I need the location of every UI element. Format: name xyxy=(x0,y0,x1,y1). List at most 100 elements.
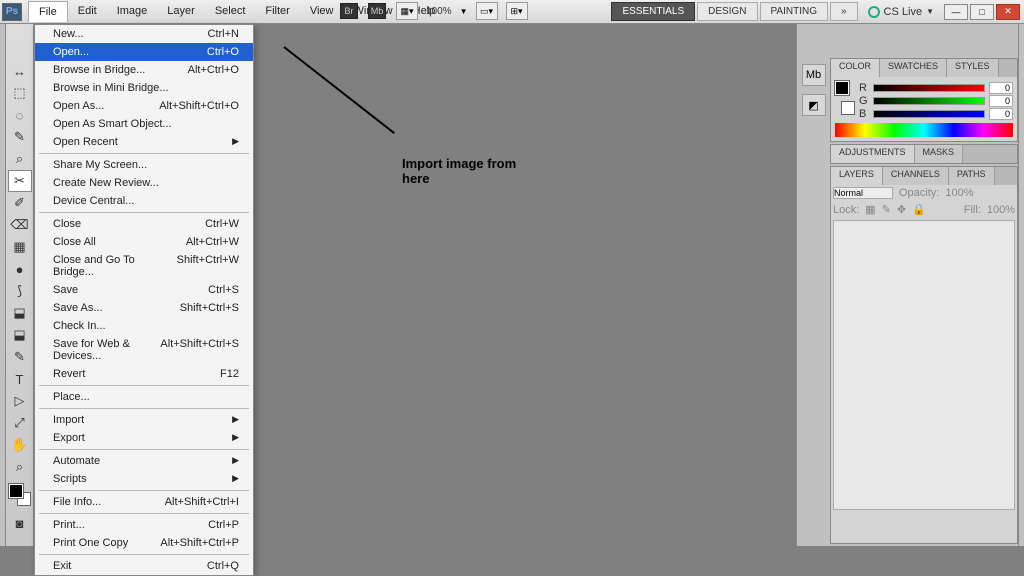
menuitem-save-as-[interactable]: Save As...Shift+Ctrl+S xyxy=(35,299,253,317)
workspace-design[interactable]: DESIGN xyxy=(697,2,757,21)
menuitem-create-new-review-[interactable]: Create New Review... xyxy=(35,174,253,192)
tab-paths[interactable]: PATHS xyxy=(949,167,995,185)
menuitem-share-my-screen-[interactable]: Share My Screen... xyxy=(35,156,253,174)
layers-list xyxy=(833,220,1015,510)
tool-16[interactable]: ⤢ xyxy=(8,412,32,434)
file-menu-dropdown: New...Ctrl+NOpen...Ctrl+OBrowse in Bridg… xyxy=(34,24,254,576)
tab-layers[interactable]: LAYERS xyxy=(831,167,883,185)
tool-12[interactable]: ⬓ xyxy=(8,324,32,346)
menuitem-exit[interactable]: ExitCtrl+Q xyxy=(35,557,253,575)
color-swatches[interactable] xyxy=(9,484,31,506)
menuitem-export[interactable]: Export▶ xyxy=(35,429,253,447)
menuitem-close-all[interactable]: Close AllAlt+Ctrl+W xyxy=(35,233,253,251)
menuitem-place-[interactable]: Place... xyxy=(35,388,253,406)
workspace-more[interactable]: » xyxy=(830,2,858,21)
extras-icon[interactable]: ⊞▾ xyxy=(506,2,528,20)
menu-filter[interactable]: Filter xyxy=(255,1,299,22)
tool-8[interactable]: ▦ xyxy=(8,236,32,258)
arrange-docs-icon[interactable]: ▦▾ xyxy=(396,2,418,20)
tool-10[interactable]: ⟆ xyxy=(8,280,32,302)
menuitem-open-as-smart-object-[interactable]: Open As Smart Object... xyxy=(35,115,253,133)
tool-2[interactable]: ◌ xyxy=(8,104,32,126)
screen-mode-icon[interactable]: ▭▾ xyxy=(476,2,498,20)
tool-7[interactable]: ⌫ xyxy=(8,214,32,236)
menuitem-file-info-[interactable]: File Info...Alt+Shift+Ctrl+I xyxy=(35,493,253,511)
b-slider[interactable] xyxy=(873,110,985,118)
blend-mode-select[interactable] xyxy=(833,187,893,199)
lock-position-icon[interactable]: ✥ xyxy=(897,203,906,216)
app-logo: Ps xyxy=(2,3,22,21)
menuitem-print-one-copy[interactable]: Print One CopyAlt+Shift+Ctrl+P xyxy=(35,534,253,552)
tab-color[interactable]: COLOR xyxy=(831,59,880,77)
tool-3[interactable]: ✎ xyxy=(8,126,32,148)
cslive-button[interactable]: CS Live ▼ xyxy=(868,6,934,18)
tool-4[interactable]: ⌕ xyxy=(8,148,32,170)
spectrum-ramp[interactable] xyxy=(835,123,1013,137)
menuitem-open-recent[interactable]: Open Recent▶ xyxy=(35,133,253,151)
history-dock-icon[interactable]: ◩ xyxy=(802,94,826,116)
menuitem-revert[interactable]: RevertF12 xyxy=(35,365,253,383)
tool-11[interactable]: ⬓ xyxy=(8,302,32,324)
menuitem-save[interactable]: SaveCtrl+S xyxy=(35,281,253,299)
tool-15[interactable]: ▷ xyxy=(8,390,32,412)
menuitem-open-[interactable]: Open...Ctrl+O xyxy=(35,43,253,61)
menuitem-save-for-web-devices-[interactable]: Save for Web & Devices...Alt+Shift+Ctrl+… xyxy=(35,335,253,365)
tool-6[interactable]: ✐ xyxy=(8,192,32,214)
tool-5[interactable]: ✂ xyxy=(8,170,32,192)
menuitem-browse-in-mini-bridge-[interactable]: Browse in Mini Bridge... xyxy=(35,79,253,97)
tool-1[interactable]: ⬚ xyxy=(8,82,32,104)
zoom-level[interactable]: 100% xyxy=(426,6,452,17)
menuitem-print-[interactable]: Print...Ctrl+P xyxy=(35,516,253,534)
menuitem-close[interactable]: CloseCtrl+W xyxy=(35,215,253,233)
minibridge-dock-icon[interactable]: Mb xyxy=(802,64,826,86)
tool-18[interactable]: ⌕ xyxy=(8,456,32,478)
r-slider[interactable] xyxy=(873,84,985,92)
menuitem-import[interactable]: Import▶ xyxy=(35,411,253,429)
tool-17[interactable]: ✋ xyxy=(8,434,32,456)
menuitem-automate[interactable]: Automate▶ xyxy=(35,452,253,470)
close-button[interactable]: ✕ xyxy=(996,4,1020,20)
lock-transparent-icon[interactable]: ▦ xyxy=(865,203,875,216)
r-value[interactable]: 0 xyxy=(989,82,1013,94)
menu-file[interactable]: File xyxy=(28,1,68,22)
menuitem-close-and-go-to-bridge-[interactable]: Close and Go To Bridge...Shift+Ctrl+W xyxy=(35,251,253,281)
menuitem-new-[interactable]: New...Ctrl+N xyxy=(35,25,253,43)
menu-view[interactable]: View xyxy=(300,1,344,22)
minimize-button[interactable]: — xyxy=(944,4,968,20)
right-panels: COLOR SWATCHES STYLES R0 G0 B0 xyxy=(830,24,1018,546)
b-value[interactable]: 0 xyxy=(989,108,1013,120)
tab-channels[interactable]: CHANNELS xyxy=(883,167,949,185)
menu-image[interactable]: Image xyxy=(107,1,158,22)
tool-14[interactable]: T xyxy=(8,368,32,390)
tab-adjustments[interactable]: ADJUSTMENTS xyxy=(831,145,915,163)
menubar: Ps FileEditImageLayerSelectFilterViewWin… xyxy=(0,0,1024,24)
menuitem-browse-in-bridge-[interactable]: Browse in Bridge...Alt+Ctrl+O xyxy=(35,61,253,79)
menuitem-open-as-[interactable]: Open As...Alt+Shift+Ctrl+O xyxy=(35,97,253,115)
collapsed-dock: Mb ◩ xyxy=(796,24,830,546)
workspace-essentials[interactable]: ESSENTIALS xyxy=(611,2,695,21)
launch-minibridge-icon[interactable]: Mb xyxy=(368,3,386,19)
menuitem-device-central-[interactable]: Device Central... xyxy=(35,192,253,210)
menuitem-check-in-[interactable]: Check In... xyxy=(35,317,253,335)
launch-bridge-icon[interactable]: Br xyxy=(340,3,358,19)
fill-value[interactable]: 100% xyxy=(987,204,1015,216)
tab-styles[interactable]: STYLES xyxy=(947,59,999,77)
foreground-color-swatch[interactable] xyxy=(9,484,23,498)
g-value[interactable]: 0 xyxy=(989,95,1013,107)
menu-edit[interactable]: Edit xyxy=(68,1,107,22)
quickmask-icon[interactable]: ◙ xyxy=(8,512,32,534)
opacity-value[interactable]: 100% xyxy=(945,187,973,199)
tab-masks[interactable]: MASKS xyxy=(915,145,964,163)
menuitem-scripts[interactable]: Scripts▶ xyxy=(35,470,253,488)
tool-13[interactable]: ✎ xyxy=(8,346,32,368)
workspace-painting[interactable]: PAINTING xyxy=(760,2,828,21)
maximize-button[interactable]: □ xyxy=(970,4,994,20)
lock-all-icon[interactable]: 🔒 xyxy=(912,203,926,216)
menu-select[interactable]: Select xyxy=(205,1,256,22)
tool-9[interactable]: ● xyxy=(8,258,32,280)
tab-swatches[interactable]: SWATCHES xyxy=(880,59,947,77)
g-slider[interactable] xyxy=(873,97,985,105)
menu-layer[interactable]: Layer xyxy=(157,1,205,22)
tool-0[interactable]: ↔ xyxy=(8,60,32,82)
lock-pixels-icon[interactable]: ✎ xyxy=(882,203,891,216)
